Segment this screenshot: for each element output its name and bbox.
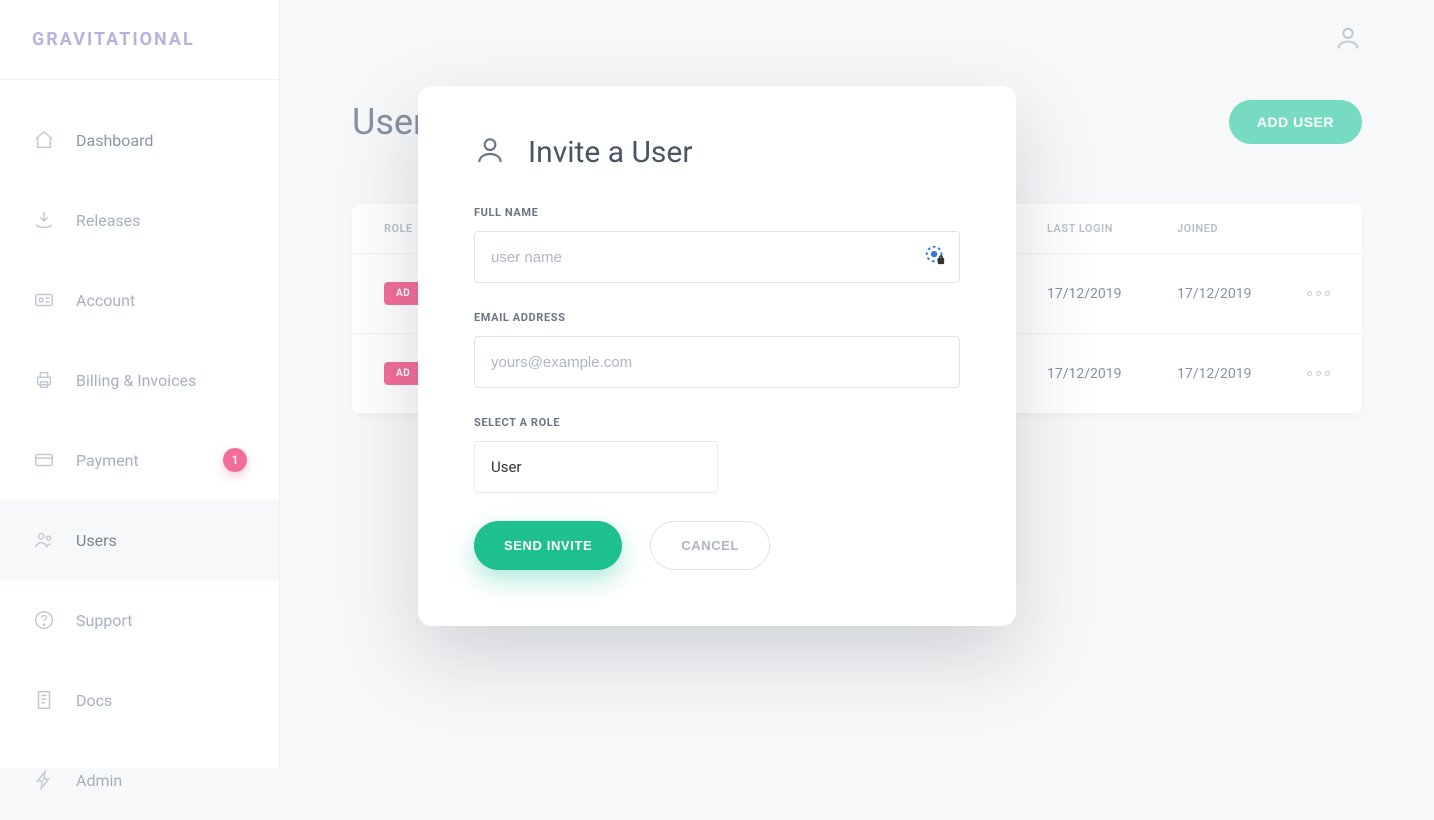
modal-header: Invite a User bbox=[474, 134, 960, 170]
form-group-email: EMAIL ADDRESS bbox=[474, 311, 960, 388]
full-name-input[interactable] bbox=[474, 231, 960, 283]
bolt-icon bbox=[32, 768, 56, 792]
role-select-value: User bbox=[491, 458, 522, 476]
cancel-button[interactable]: CANCEL bbox=[650, 521, 770, 570]
send-invite-button[interactable]: SEND INVITE bbox=[474, 521, 622, 570]
form-group-role: SELECT A ROLE User bbox=[474, 416, 960, 493]
role-label: SELECT A ROLE bbox=[474, 416, 960, 429]
password-manager-icon[interactable] bbox=[924, 244, 946, 270]
user-icon bbox=[474, 134, 506, 170]
invite-user-modal: Invite a User FULL NAME EMAIL ADDRESS SE… bbox=[418, 86, 1016, 626]
email-label: EMAIL ADDRESS bbox=[474, 311, 960, 324]
sidebar-item-label: Admin bbox=[76, 771, 122, 790]
modal-title: Invite a User bbox=[528, 135, 693, 170]
role-select[interactable]: User bbox=[474, 441, 718, 493]
full-name-label: FULL NAME bbox=[474, 206, 960, 219]
email-input[interactable] bbox=[474, 336, 960, 388]
modal-actions: SEND INVITE CANCEL bbox=[474, 521, 960, 570]
form-group-full-name: FULL NAME bbox=[474, 206, 960, 283]
